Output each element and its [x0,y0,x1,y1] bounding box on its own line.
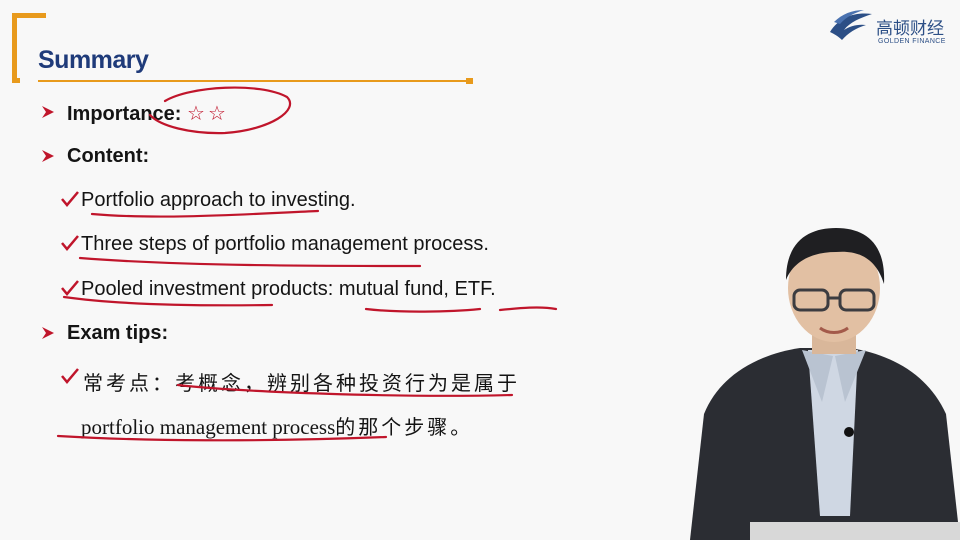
exam-tip-line-2: portfolio management process的那个步骤。 [81,411,473,440]
logo-chinese-text: 高顿财经 [876,19,944,39]
bullet-arrow-icon [42,150,54,162]
checkmark-icon [61,368,79,384]
golden-finance-logo: 高顿财经 GOLDEN FINANCE [826,4,956,48]
content-item: Three steps of portfolio management proc… [81,233,489,255]
importance-line: Importance: ☆☆ [67,101,229,126]
content-item: Pooled investment products: mutual fund,… [81,278,496,300]
exam-tip-line-2-cn: 的那个步骤。 [335,415,474,439]
checkmark-icon [61,191,79,207]
presenter-video-image [690,228,960,540]
importance-label: Importance: [67,103,182,125]
title-bracket-foot [12,78,20,83]
bullet-arrow-icon [42,327,54,339]
checkmark-icon [61,280,79,296]
checkmark-icon [61,235,79,251]
exam-tip-line-2-latin: portfolio management process [81,415,336,439]
exam-tips-heading: Exam tips: [67,322,169,344]
title-underline-end [466,78,473,84]
title-underline [38,80,470,82]
logo-english-text: GOLDEN FINANCE [878,38,946,45]
content-item: Portfolio approach to investing. [81,189,356,211]
eagle-logo-icon [830,10,872,40]
annotation-underline-3b [364,307,482,313]
importance-stars: ☆☆ [187,103,229,125]
annotation-underline-2 [78,256,422,268]
bullet-arrow-icon [42,106,54,118]
exam-tip-line-1: 常考点：考概念，辨别各种投资行为是属于 [83,371,520,395]
annotation-underline-3c [498,306,558,312]
content-heading: Content: [67,145,150,167]
slide-title: Summary [38,46,149,74]
slide: Summary 高顿财经 GOLDEN FINANCE Importance: … [0,0,960,540]
